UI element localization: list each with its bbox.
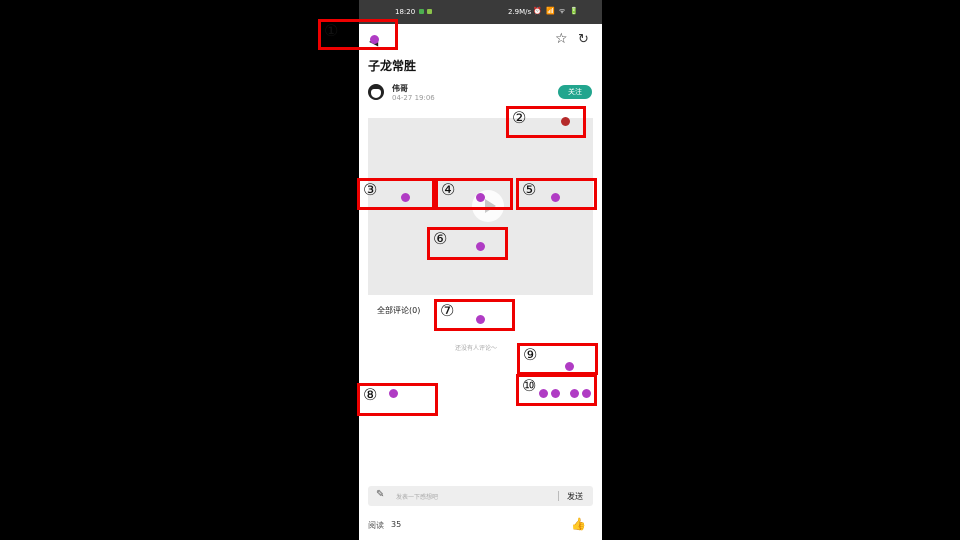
empty-comments-text: 还没有人评论～	[455, 345, 498, 352]
comments-header: 全部评论(0)	[377, 306, 421, 315]
reads-count: 35	[391, 520, 402, 529]
marker-10-dot	[551, 389, 560, 398]
follow-button[interactable]: 关注	[558, 85, 592, 99]
marker-1-dot	[370, 35, 379, 44]
marker-5-label: ⑤	[522, 180, 537, 199]
comment-input[interactable]: ✎ 发表一下感想吧 发送	[368, 486, 593, 506]
article-title: 子龙常胜	[368, 59, 417, 73]
marker-3: ③	[357, 178, 435, 210]
send-button[interactable]: 发送	[567, 491, 583, 502]
marker-2: ②	[506, 106, 586, 138]
notification-icon	[419, 9, 424, 14]
avatar[interactable]	[368, 84, 384, 100]
marker-6-dot	[476, 242, 485, 251]
comment-placeholder: 发表一下感想吧	[396, 494, 439, 501]
marker-10-label: ⑩	[522, 376, 537, 395]
star-icon[interactable]: ☆	[555, 31, 568, 47]
marker-4-label: ④	[441, 180, 456, 199]
marker-1-label: ①	[324, 21, 339, 40]
marker-3-label: ③	[363, 180, 378, 199]
marker-10-dot	[539, 389, 548, 398]
marker-5-dot	[551, 193, 560, 202]
marker-3-dot	[401, 193, 410, 202]
marker-1: ①	[318, 19, 398, 50]
marker-6-label: ⑥	[433, 229, 448, 248]
phone-screen: 18:20 2.9M/s ⏰ 📶 ᯤ 🔋 ◀ ☆ ↻ 子龙常胜 伟哥 04-27…	[359, 0, 602, 540]
marker-6: ⑥	[427, 227, 508, 260]
thumbs-up-icon[interactable]: 👍	[571, 517, 586, 531]
reads-label: 阅读	[368, 521, 384, 530]
marker-4: ④	[435, 178, 513, 210]
marker-9-label: ⑨	[523, 345, 538, 364]
marker-8-label: ⑧	[363, 385, 378, 404]
post-date: 04-27 19:06	[392, 94, 435, 102]
network-speed: 2.9M/s	[508, 8, 532, 16]
app-notification-icon	[427, 9, 432, 14]
input-divider	[558, 491, 559, 501]
marker-2-dot	[561, 117, 570, 126]
marker-7-label: ⑦	[440, 301, 455, 320]
marker-9: ⑨	[517, 343, 598, 375]
marker-8: ⑧	[357, 383, 438, 416]
marker-9-dot	[565, 362, 574, 371]
marker-8-dot	[389, 389, 398, 398]
share-icon[interactable]: ↻	[578, 32, 589, 47]
marker-7: ⑦	[434, 299, 515, 331]
marker-4-dot	[476, 193, 485, 202]
status-time: 18:20	[395, 8, 416, 16]
marker-7-dot	[476, 315, 485, 324]
pencil-icon: ✎	[376, 489, 385, 500]
marker-10-dot	[582, 389, 591, 398]
marker-2-label: ②	[512, 108, 527, 127]
marker-10-dot	[570, 389, 579, 398]
status-icons: ⏰ 📶 ᯤ 🔋	[533, 7, 580, 15]
author-name[interactable]: 伟哥	[392, 83, 408, 94]
